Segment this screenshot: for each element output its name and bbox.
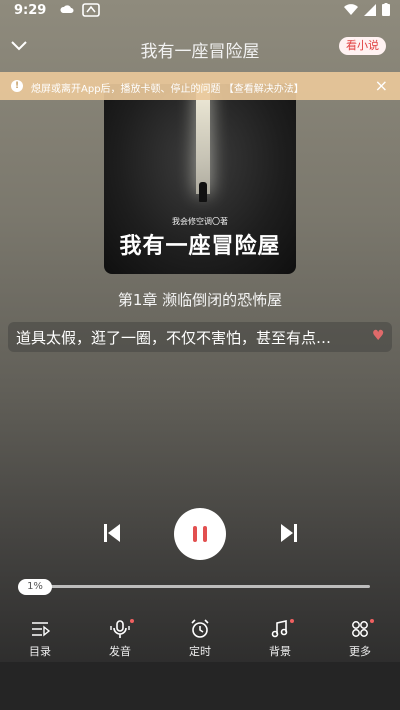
bottom-toolbar: 目录 发音 定时 背景 更多 bbox=[0, 610, 400, 662]
toolbar-label: 更多 bbox=[349, 645, 371, 658]
system-icons bbox=[344, 3, 390, 16]
toolbar-more[interactable]: 更多 bbox=[330, 610, 390, 662]
toolbar-label: 背景 bbox=[269, 645, 291, 658]
current-text: 道具太假，逛了一圈，不仅不害怕，甚至有点… bbox=[16, 329, 332, 347]
read-novel-button[interactable]: 看小说 bbox=[339, 37, 386, 55]
toolbar-catalog[interactable]: 目录 bbox=[10, 610, 70, 662]
book-cover: 我会修空调〇著 我有一座冒险屋 bbox=[104, 84, 296, 274]
info-icon: ! bbox=[11, 80, 23, 92]
music-note-icon bbox=[271, 620, 288, 638]
next-chapter-icon[interactable] bbox=[279, 522, 299, 544]
battery-icon bbox=[382, 3, 390, 16]
cover-light-beam bbox=[196, 84, 210, 194]
close-icon[interactable]: × bbox=[375, 76, 388, 95]
microphone-icon bbox=[110, 620, 130, 638]
pause-button[interactable] bbox=[174, 508, 226, 560]
progress-handle[interactable]: 1% bbox=[18, 579, 52, 595]
notice-text[interactable]: 熄屏或离开App后，播放卡顿、停止的问题 【查看解决办法】 bbox=[31, 80, 304, 95]
heart-icon[interactable]: ♥ bbox=[372, 328, 385, 344]
app-notification-icon bbox=[82, 3, 100, 17]
toolbar-label: 发音 bbox=[109, 645, 131, 658]
chapter-title: 第1章 濒临倒闭的恐怖屋 bbox=[117, 291, 283, 309]
cover-title: 我有一座冒险屋 bbox=[119, 233, 281, 259]
toolbar-background[interactable]: 背景 bbox=[250, 610, 310, 662]
alarm-clock-icon bbox=[191, 619, 209, 638]
pause-icon-bar bbox=[203, 526, 207, 542]
toolbar-label: 定时 bbox=[189, 645, 211, 658]
toolbar-timer[interactable]: 定时 bbox=[170, 610, 230, 662]
bottom-area bbox=[0, 662, 400, 710]
status-time: 9:29 bbox=[14, 3, 47, 18]
more-grid-icon bbox=[352, 621, 368, 637]
list-icon bbox=[32, 622, 51, 637]
notification-dot bbox=[290, 619, 294, 623]
cloud-notification-icon bbox=[60, 5, 74, 13]
wifi-icon bbox=[344, 3, 358, 15]
pause-icon bbox=[193, 526, 197, 542]
cover-author: 我会修空调〇著 bbox=[172, 217, 228, 226]
toolbar-label: 目录 bbox=[29, 645, 51, 658]
signal-icon bbox=[364, 3, 376, 16]
previous-chapter-icon[interactable] bbox=[102, 522, 122, 544]
notification-dot bbox=[370, 619, 374, 623]
cover-figure bbox=[199, 182, 207, 202]
progress-track[interactable] bbox=[34, 585, 370, 588]
toolbar-voice[interactable]: 发音 bbox=[90, 610, 150, 662]
notification-dot bbox=[130, 619, 134, 623]
